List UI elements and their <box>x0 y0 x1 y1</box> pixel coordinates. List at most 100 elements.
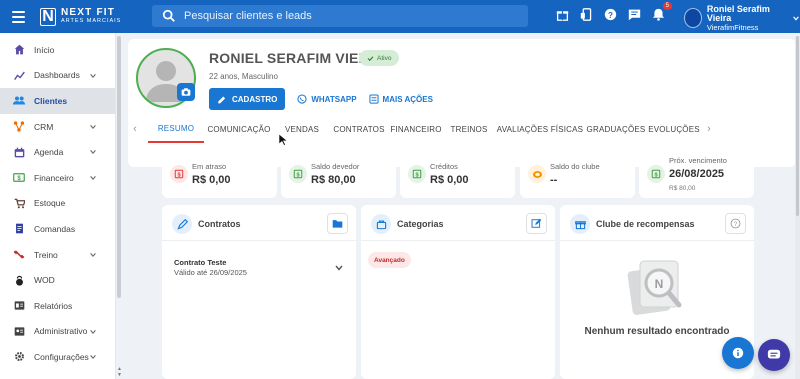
sidebar-item-estoque[interactable]: Estoque <box>0 191 115 217</box>
contracts-title: Contratos <box>198 219 241 229</box>
sidebar-item-financeiro[interactable]: $ Financeiro <box>0 165 115 191</box>
stat-card: $ Próx. vencimento 26/08/2025 R$ 80,00 <box>639 152 754 198</box>
sidebar-item-configuracoes[interactable]: Configurações <box>0 344 115 370</box>
stat-card: $ Saldo devedor R$ 80,00 <box>281 152 396 198</box>
info-fab[interactable] <box>722 337 754 369</box>
tab-graduacoes[interactable]: GRADUAÇÕES <box>586 115 646 143</box>
sidebar-item-treino[interactable]: Treino <box>0 242 115 268</box>
stat-value: 26/08/2025 <box>669 168 725 180</box>
sidebar-item-agenda[interactable]: Agenda <box>0 139 115 165</box>
contract-name[interactable]: Contrato Teste <box>174 258 226 267</box>
camera-icon[interactable] <box>177 83 195 101</box>
sidebar-item-label: Relatórios <box>34 300 73 311</box>
edit-icon <box>531 218 542 228</box>
chevron-down-icon <box>89 174 97 182</box>
sidebar-item-label: Comandas <box>34 223 76 234</box>
profile-actions: CADASTRO WHATSAPP MAIS AÇÕES <box>209 88 433 110</box>
chat-icon[interactable] <box>627 7 641 21</box>
kettlebell-icon <box>13 274 25 286</box>
debt-icon: $ <box>289 165 307 183</box>
chevron-down-icon <box>793 16 799 21</box>
avatar <box>684 8 702 29</box>
top-bar: N NEXT FIT ARTES MARCIAIS ? 5 Roniel Ser… <box>0 0 800 33</box>
sidebar-scrollbar[interactable] <box>117 36 121 298</box>
folder-icon <box>332 220 343 228</box>
sidebar-item-wod[interactable]: WOD <box>0 267 115 293</box>
due-icon: $ <box>647 165 665 183</box>
stat-label: Em atraso <box>192 162 227 171</box>
sidebar-item-label: Administrativo <box>34 326 88 337</box>
folder-button[interactable] <box>327 213 348 234</box>
calendar-icon <box>13 146 25 158</box>
tab-financeiro[interactable]: FINANCEIRO <box>388 115 444 143</box>
tab-scroll-right[interactable]: › <box>702 123 716 135</box>
stat-subvalue: R$ 80,00 <box>669 185 696 192</box>
receipt-icon <box>13 223 25 235</box>
sidebar-item-comandas[interactable]: Comandas <box>0 216 115 242</box>
money-icon: $ <box>13 172 25 184</box>
sidebar-item-relatorios[interactable]: Relatórios <box>0 293 115 319</box>
logo-title: NEXT FIT <box>61 7 116 19</box>
sidebar-item-clientes[interactable]: Clientes <box>0 88 115 114</box>
tab-comunicacao[interactable]: COMUNICAÇÃO <box>204 115 274 143</box>
category-chip: Avançado <box>368 252 411 268</box>
chart-icon <box>13 69 25 81</box>
main-scrollbar[interactable] <box>795 36 800 379</box>
overdue-icon: $ <box>170 165 188 183</box>
tab-scroll-left[interactable]: ‹ <box>128 123 142 135</box>
info-icon <box>732 347 744 359</box>
help-button[interactable]: ? <box>725 213 746 234</box>
status-badge: Ativo <box>359 50 400 66</box>
help-icon[interactable]: ? <box>603 7 617 21</box>
dumbbell-icon <box>13 249 25 261</box>
notification-badge: 5 <box>662 2 672 10</box>
chevron-down-icon[interactable] <box>334 263 344 273</box>
search-box[interactable] <box>152 5 528 27</box>
sidebar-item-crm[interactable]: CRM <box>0 114 115 140</box>
bell-icon[interactable]: 5 <box>651 2 672 21</box>
chat-fab[interactable] <box>758 339 790 371</box>
tab-evolucoes[interactable]: EVOLUÇÕES <box>646 115 702 143</box>
tab-bar: ‹ RESUMO COMUNICAÇÃO VENDAS CONTRATOS FINANCE… <box>128 115 796 143</box>
tab-avaliacoes-fisicas[interactable]: AVALIAÇÕES FÍSICAS <box>494 115 586 143</box>
tab-contratos[interactable]: CONTRATOS <box>330 115 388 143</box>
chevron-down-icon <box>89 123 97 131</box>
status-label: Ativo <box>377 54 392 62</box>
menu-icon[interactable] <box>12 7 32 27</box>
more-actions-button[interactable]: MAIS AÇÕES <box>368 88 433 110</box>
stat-label: Saldo devedor <box>311 162 360 171</box>
cadastro-label: CADASTRO <box>232 94 278 104</box>
whatsapp-button[interactable]: WHATSAPP <box>297 88 357 110</box>
user-menu[interactable]: Roniel Serafim Vieira VierafimFitness <box>684 4 800 32</box>
sidebar-item-label: Início <box>34 44 55 55</box>
stat-label: Saldo do clube <box>550 162 600 171</box>
main-content: RONIEL SERAFIM VIEIRA Ativo 22 anos, Mas… <box>122 33 800 379</box>
device-icon[interactable] <box>579 7 593 21</box>
tab-treinos[interactable]: TREINOS <box>444 115 494 143</box>
sidebar-item-label: CRM <box>34 121 54 132</box>
whatsapp-label: WHATSAPP <box>311 94 357 104</box>
cadastro-button[interactable]: CADASTRO <box>209 88 286 110</box>
edit-icon <box>218 96 226 104</box>
sidebar-item-inicio[interactable]: Início <box>0 37 115 63</box>
sidebar-item-administrativo[interactable]: Administrativo <box>0 319 115 345</box>
svg-text:?: ? <box>734 221 738 228</box>
home-icon <box>13 44 25 56</box>
sidebar-item-label: Agenda <box>34 147 64 158</box>
crm-icon <box>13 121 25 133</box>
chevron-down-icon <box>89 353 97 361</box>
edit-categories-button[interactable] <box>526 213 547 234</box>
logo[interactable]: N NEXT FIT ARTES MARCIAIS <box>40 7 121 26</box>
search-input[interactable] <box>184 10 514 22</box>
mouse-cursor-icon <box>278 133 288 146</box>
admin-icon <box>13 325 25 337</box>
contract-icon <box>172 214 192 234</box>
client-name: RONIEL SERAFIM VIEIRA <box>209 50 384 66</box>
sidebar-item-dashboards[interactable]: Dashboards <box>0 63 115 89</box>
gift-box-icon <box>570 214 590 234</box>
stat-value: R$ 0,00 <box>192 174 231 186</box>
tab-resumo[interactable]: RESUMO <box>148 115 204 143</box>
stat-card: $ Créditos R$ 0,00 <box>400 152 515 198</box>
sidebar-item-label: Estoque <box>34 198 66 209</box>
gift-icon[interactable] <box>555 7 569 21</box>
